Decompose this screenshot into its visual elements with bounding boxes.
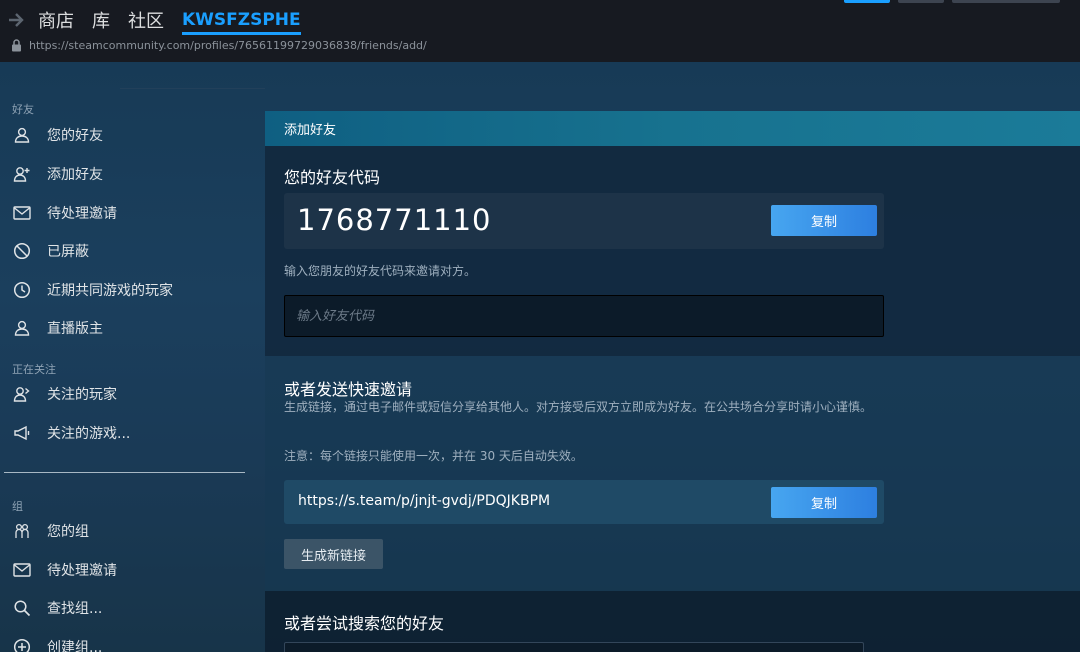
sidebar-item-followed-players[interactable]: 关注的玩家 [12,382,117,406]
sidebar-item-label: 近期共同游戏的玩家 [47,283,173,299]
sidebar-item-blocked[interactable]: 已屏蔽 [12,239,89,263]
group-icon [12,521,32,541]
sidebar-item-label: 创建组... [47,640,103,652]
top-account-button[interactable] [952,0,1060,3]
sidebar: 好友 您的好友 添加好友 待处理邀请 已屏蔽 近期共同游戏的玩家 直播版主 正在… [0,62,265,652]
sidebar-item-pending-invites[interactable]: 待处理邀请 [12,201,117,225]
friend-code-input[interactable] [284,295,884,337]
groups-section-header: 组 [12,500,23,513]
main-nav: 商店 库 社区 KWSFZSPHE [8,6,319,35]
copy-link-button[interactable]: 复制 [771,487,877,518]
sidebar-item-add-friend[interactable]: 添加好友 [12,162,103,186]
invite-link-box: https://s.team/p/jnjt-gvdj/PDQJKBPM 复制 [284,480,884,524]
panel-header: 添加好友 [265,111,1080,146]
person-icon [12,125,32,145]
envelope-icon [12,203,32,223]
sidebar-item-label: 您的组 [47,524,89,540]
sidebar-item-label: 待处理邀请 [47,563,117,579]
person-follow-icon [12,384,32,404]
friend-code-value: 1768771110 [297,203,492,237]
search-friends-input[interactable] [284,642,864,652]
back-arrow-icon[interactable] [8,12,24,28]
envelope-icon [12,560,32,580]
block-icon [12,241,32,261]
friend-code-box: 1768771110 复制 [284,193,884,249]
nav-community[interactable]: 社区 [128,7,164,33]
sidebar-item-find-groups[interactable]: 查找组... [12,596,102,620]
quick-invite-title: 或者发送快速邀请 [284,380,413,399]
sidebar-item-group-invites[interactable]: 待处理邀请 [12,558,117,582]
sidebar-item-followed-games[interactable]: 关注的游戏... [12,421,130,445]
top-bar: 商店 库 社区 KWSFZSPHE https://steamcommunity… [0,0,1080,62]
sidebar-item-label: 直播版主 [47,321,103,337]
sidebar-item-label: 您的好友 [47,128,103,144]
sidebar-item-your-friends[interactable]: 您的好友 [12,123,103,147]
friend-code-title: 您的好友代码 [284,168,381,187]
sidebar-item-label: 关注的游戏... [47,426,131,442]
sidebar-item-label: 关注的玩家 [47,387,117,403]
sidebar-item-label: 已屏蔽 [47,244,89,260]
sidebar-item-label: 待处理邀请 [47,206,117,222]
address-bar: https://steamcommunity.com/profiles/7656… [11,39,427,52]
person-add-icon [12,164,32,184]
search-friends-section: 或者尝试搜索您的好友 [265,591,1080,652]
friends-section-header: 好友 [12,103,34,116]
search-friends-title: 或者尝试搜索您的好友 [284,614,445,633]
megaphone-icon [12,423,32,443]
quick-invite-note: 注意：每个链接只能使用一次，并在 30 天后自动失效。 [284,449,583,463]
copy-code-button[interactable]: 复制 [771,205,877,236]
enter-code-hint: 输入您朋友的好友代码来邀请对方。 [284,264,477,278]
sidebar-item-broadcast-moderators[interactable]: 直播版主 [12,316,103,340]
sidebar-item-label: 查找组... [47,601,103,617]
top-install-button[interactable] [844,0,890,3]
invite-link[interactable]: https://s.team/p/jnjt-gvdj/PDQJKBPM [298,493,550,509]
quick-invite-description: 生成链接，通过电子邮件或短信分享给其他人。对方接受后双方立即成为好友。在公共场合… [284,400,873,414]
sidebar-item-create-group[interactable]: 创建组... [12,635,102,652]
nav-store[interactable]: 商店 [38,7,74,33]
sidebar-item-recent-players[interactable]: 近期共同游戏的玩家 [12,278,173,302]
sidebar-item-your-groups[interactable]: 您的组 [12,519,89,543]
friend-code-section: 您的好友代码 1768771110 复制 输入您朋友的好友代码来邀请对方。 [265,146,1080,356]
nav-library[interactable]: 库 [92,7,110,33]
page-url: https://steamcommunity.com/profiles/7656… [29,39,427,52]
quick-invite-section: 或者发送快速邀请 生成链接，通过电子邮件或短信分享给其他人。对方接受后双方立即成… [265,356,1080,591]
generate-link-button[interactable]: 生成新链接 [284,539,383,569]
sidebar-item-label: 添加好友 [47,167,103,183]
person-icon [12,318,32,338]
search-icon [12,598,32,618]
sidebar-top-rule [120,88,265,89]
top-notification-button[interactable] [898,0,944,3]
sidebar-divider [4,472,245,473]
following-section-header: 正在关注 [12,363,56,376]
plus-circle-icon [12,637,32,652]
lock-icon [11,39,22,52]
add-friend-panel: 添加好友 您的好友代码 1768771110 复制 输入您朋友的好友代码来邀请对… [265,111,1080,652]
nav-username[interactable]: KWSFZSPHE [182,10,301,35]
clock-icon [12,280,32,300]
